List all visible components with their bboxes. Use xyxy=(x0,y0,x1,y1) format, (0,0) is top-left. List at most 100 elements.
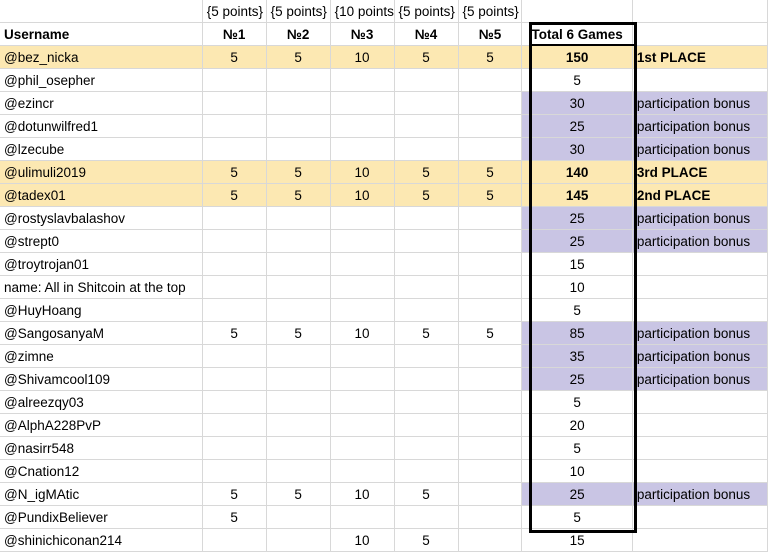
cell-game-5[interactable]: 5 xyxy=(458,160,523,184)
cell-game-3[interactable] xyxy=(330,436,395,460)
cell-game-3[interactable] xyxy=(330,390,395,414)
cell-note[interactable] xyxy=(632,505,768,529)
cell-total-score[interactable]: 25 xyxy=(521,482,633,506)
cell-note[interactable] xyxy=(632,68,768,92)
cell-game-1[interactable]: 5 xyxy=(202,505,267,529)
cell-game-4[interactable] xyxy=(394,252,459,276)
cell-game-4[interactable] xyxy=(394,206,459,230)
cell-game-4[interactable] xyxy=(394,436,459,460)
cell-username[interactable]: @Cnation12 xyxy=(0,459,203,483)
cell-username[interactable]: @Shivamcool109 xyxy=(0,367,203,391)
cell-game-1[interactable] xyxy=(202,528,267,552)
cell-game-5[interactable]: 5 xyxy=(458,183,523,207)
cell-note[interactable] xyxy=(632,413,768,437)
header-game-5[interactable]: №5 xyxy=(458,22,523,46)
points-cell-blank-left[interactable] xyxy=(0,0,203,23)
header-total[interactable]: Total 6 Games xyxy=(521,22,633,46)
cell-total-score[interactable]: 145 xyxy=(521,183,633,207)
cell-game-2[interactable] xyxy=(266,114,331,138)
cell-total-score[interactable]: 85 xyxy=(521,321,633,345)
cell-game-3[interactable] xyxy=(330,114,395,138)
cell-username[interactable]: @SangosanyaM xyxy=(0,321,203,345)
cell-username[interactable]: @troytrojan01 xyxy=(0,252,203,276)
cell-game-3[interactable] xyxy=(330,367,395,391)
cell-username[interactable]: @dotunwilfred1 xyxy=(0,114,203,138)
cell-username[interactable]: @N_igMAtic xyxy=(0,482,203,506)
cell-game-2[interactable] xyxy=(266,413,331,437)
cell-total-score[interactable]: 25 xyxy=(521,229,633,253)
cell-game-3[interactable] xyxy=(330,505,395,529)
cell-game-5[interactable] xyxy=(458,367,523,391)
cell-game-1[interactable] xyxy=(202,114,267,138)
cell-game-4[interactable] xyxy=(394,413,459,437)
header-username[interactable]: Username xyxy=(0,22,203,46)
cell-game-3[interactable] xyxy=(330,413,395,437)
cell-total-score[interactable]: 25 xyxy=(521,206,633,230)
cell-game-4[interactable] xyxy=(394,390,459,414)
cell-game-4[interactable] xyxy=(394,114,459,138)
cell-username[interactable]: @phil_osepher xyxy=(0,68,203,92)
cell-game-3[interactable]: 10 xyxy=(330,482,395,506)
cell-game-4[interactable]: 5 xyxy=(394,160,459,184)
cell-game-2[interactable] xyxy=(266,206,331,230)
cell-game-1[interactable] xyxy=(202,436,267,460)
cell-username[interactable]: @ezincr xyxy=(0,91,203,115)
cell-game-5[interactable] xyxy=(458,413,523,437)
points-cell-g4[interactable]: {5 points} xyxy=(394,0,459,23)
cell-game-4[interactable] xyxy=(394,344,459,368)
cell-game-2[interactable] xyxy=(266,344,331,368)
header-game-4[interactable]: №4 xyxy=(394,22,459,46)
cell-game-2[interactable] xyxy=(266,528,331,552)
cell-note[interactable] xyxy=(632,298,768,322)
cell-game-2[interactable]: 5 xyxy=(266,160,331,184)
cell-total-score[interactable]: 140 xyxy=(521,160,633,184)
cell-total-score[interactable]: 5 xyxy=(521,68,633,92)
cell-game-1[interactable]: 5 xyxy=(202,160,267,184)
cell-game-4[interactable]: 5 xyxy=(394,321,459,345)
cell-game-1[interactable] xyxy=(202,275,267,299)
cell-game-3[interactable] xyxy=(330,298,395,322)
cell-game-2[interactable]: 5 xyxy=(266,183,331,207)
points-cell-g1[interactable]: {5 points} xyxy=(202,0,267,23)
cell-game-1[interactable] xyxy=(202,367,267,391)
cell-game-1[interactable]: 5 xyxy=(202,183,267,207)
cell-game-1[interactable]: 5 xyxy=(202,45,267,69)
cell-game-3[interactable] xyxy=(330,229,395,253)
cell-game-5[interactable] xyxy=(458,344,523,368)
cell-game-5[interactable] xyxy=(458,229,523,253)
cell-game-3[interactable]: 10 xyxy=(330,321,395,345)
cell-note[interactable]: participation bonus xyxy=(632,321,768,345)
cell-game-5[interactable] xyxy=(458,482,523,506)
cell-game-5[interactable] xyxy=(458,298,523,322)
cell-username[interactable]: @lzecube xyxy=(0,137,203,161)
cell-username[interactable]: @rostyslavbalashov xyxy=(0,206,203,230)
cell-game-5[interactable] xyxy=(458,436,523,460)
cell-game-4[interactable] xyxy=(394,459,459,483)
cell-game-2[interactable] xyxy=(266,367,331,391)
cell-total-score[interactable]: 15 xyxy=(521,252,633,276)
cell-note[interactable]: 1st PLACE xyxy=(632,45,768,69)
cell-game-2[interactable] xyxy=(266,275,331,299)
cell-game-4[interactable] xyxy=(394,229,459,253)
points-cell-g2[interactable]: {5 points} xyxy=(266,0,331,23)
cell-game-1[interactable] xyxy=(202,206,267,230)
cell-game-4[interactable] xyxy=(394,137,459,161)
cell-game-1[interactable] xyxy=(202,91,267,115)
points-cell-g5[interactable]: {5 points} xyxy=(458,0,523,23)
cell-game-5[interactable] xyxy=(458,390,523,414)
cell-username[interactable]: @alreezqy03 xyxy=(0,390,203,414)
cell-total-score[interactable]: 10 xyxy=(521,459,633,483)
cell-username[interactable]: @HuyHoang xyxy=(0,298,203,322)
header-game-3[interactable]: №3 xyxy=(330,22,395,46)
cell-note[interactable]: participation bonus xyxy=(632,114,768,138)
cell-game-5[interactable] xyxy=(458,275,523,299)
cell-game-2[interactable] xyxy=(266,505,331,529)
cell-total-score[interactable]: 5 xyxy=(521,390,633,414)
cell-game-2[interactable] xyxy=(266,91,331,115)
points-cell-total[interactable] xyxy=(521,0,633,23)
cell-total-score[interactable]: 35 xyxy=(521,344,633,368)
cell-game-3[interactable]: 10 xyxy=(330,183,395,207)
cell-note[interactable]: 3rd PLACE xyxy=(632,160,768,184)
cell-note[interactable] xyxy=(632,252,768,276)
cell-username[interactable]: @shinichiconan214 xyxy=(0,528,203,552)
